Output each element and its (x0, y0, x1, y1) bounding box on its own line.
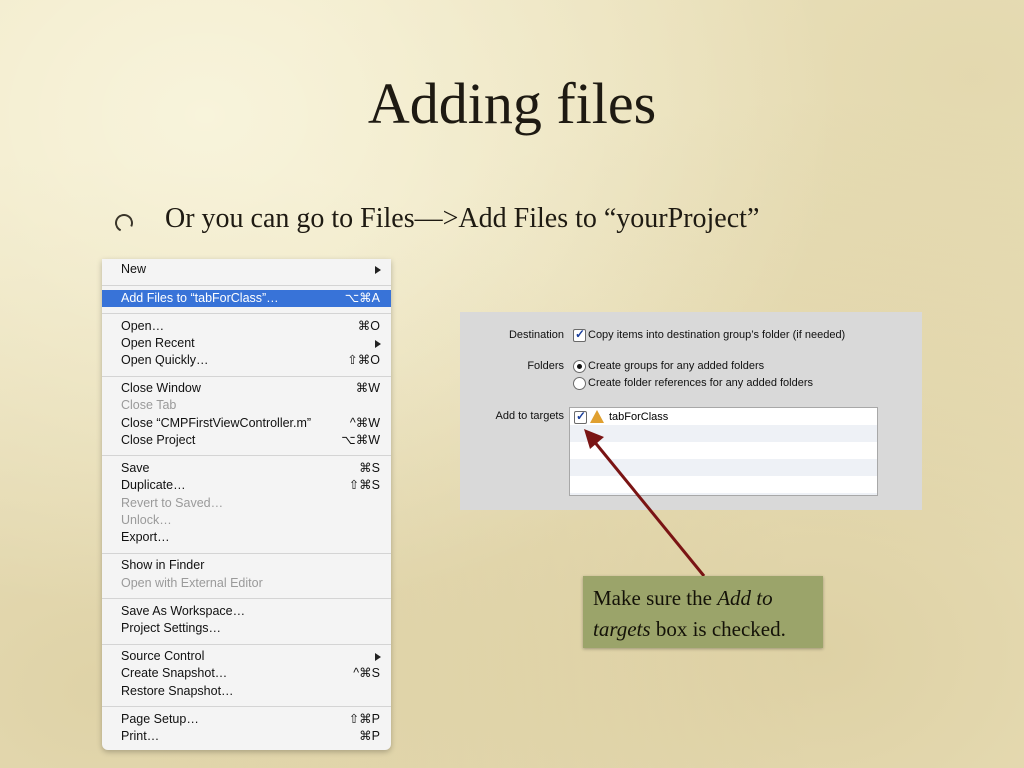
create-groups-radio[interactable] (573, 360, 586, 373)
callout-note: Make sure the Add to targets box is chec… (583, 576, 823, 648)
menu-separator (102, 376, 391, 377)
menu-item-open-external: Open with External Editor (121, 576, 263, 590)
folder-references-label: Create folder references for any added f… (588, 377, 814, 389)
app-target-icon (590, 410, 604, 423)
callout-line-1: Make sure the Add to (593, 586, 773, 610)
menu-item-close-project[interactable]: Close Project ⌥⌘W (102, 432, 391, 449)
checkmark-icon: ✓ (575, 327, 586, 341)
menu-separator (102, 553, 391, 554)
menu-item-export[interactable]: Export… (102, 529, 391, 546)
create-groups-label: Create groups for any added folders (588, 360, 765, 372)
copy-items-checkbox[interactable]: ✓ (573, 327, 586, 342)
menu-item-create-snapshot[interactable]: Create Snapshot… ^⌘S (102, 665, 391, 682)
folder-references-radio[interactable] (573, 377, 586, 390)
bullet-icon (112, 211, 136, 235)
checkmark-icon: ✓ (576, 409, 587, 423)
target-name: tabForClass (609, 411, 669, 423)
menu-item-page-setup[interactable]: Page Setup… ⇧⌘P (102, 711, 391, 728)
menu-item-revert: Revert to Saved… (121, 496, 224, 510)
menu-item-close-window[interactable]: Close Window ⌘W (102, 380, 391, 397)
file-menu: New Add Files to “tabForClass”… ⌥⌘A Open… (102, 259, 391, 750)
destination-label: Destination (508, 329, 564, 341)
menu-item-add-files[interactable]: Add Files to “tabForClass”… ⌥⌘A (102, 290, 391, 307)
menu-item-close-file[interactable]: Close “CMPFirstViewController.m” ^⌘W (102, 415, 391, 432)
callout-line-2: targets box is checked. (593, 617, 786, 641)
submenu-arrow-icon (375, 653, 381, 661)
menu-item-print[interactable]: Print… ⌘P (102, 728, 391, 745)
menu-separator (102, 706, 391, 707)
target-checkbox[interactable]: ✓ (574, 409, 587, 424)
copy-items-label: Copy items into destination group’s fold… (588, 329, 846, 341)
folders-label: Folders (527, 360, 564, 372)
menu-item-project-settings[interactable]: Project Settings… (102, 620, 391, 637)
add-to-targets-label: Add to targets (495, 410, 565, 422)
menu-separator (102, 598, 391, 599)
menu-item-save-workspace[interactable]: Save As Workspace… (102, 603, 391, 620)
menu-item-unlock: Unlock… (121, 513, 172, 527)
menu-separator (102, 285, 391, 286)
menu-separator (102, 644, 391, 645)
slide-title: Adding files (367, 71, 657, 136)
menu-item-save[interactable]: Save ⌘S (102, 460, 391, 477)
menu-separator (102, 455, 391, 456)
bullet-text: Or you can go to Files—>Add Files to “yo… (165, 203, 760, 234)
targets-list[interactable]: ✓ tabForClass (569, 407, 878, 496)
menu-item-source-control[interactable]: Source Control (102, 648, 391, 665)
menu-item-open[interactable]: Open… ⌘O (102, 318, 391, 335)
menu-item-open-quickly[interactable]: Open Quickly… ⇧⌘O (102, 352, 391, 369)
menu-separator (102, 313, 391, 314)
menu-item-close-tab: Close Tab (121, 398, 177, 412)
menu-item-duplicate[interactable]: Duplicate… ⇧⌘S (102, 477, 391, 494)
submenu-arrow-icon (375, 266, 381, 274)
radio-dot-icon (577, 364, 582, 369)
menu-item-open-recent[interactable]: Open Recent (102, 335, 391, 352)
menu-item-new[interactable]: New (102, 261, 391, 278)
menu-item-restore-snapshot[interactable]: Restore Snapshot… (102, 683, 391, 700)
menu-item-show-in-finder[interactable]: Show in Finder (102, 557, 391, 574)
submenu-arrow-icon (375, 340, 381, 348)
